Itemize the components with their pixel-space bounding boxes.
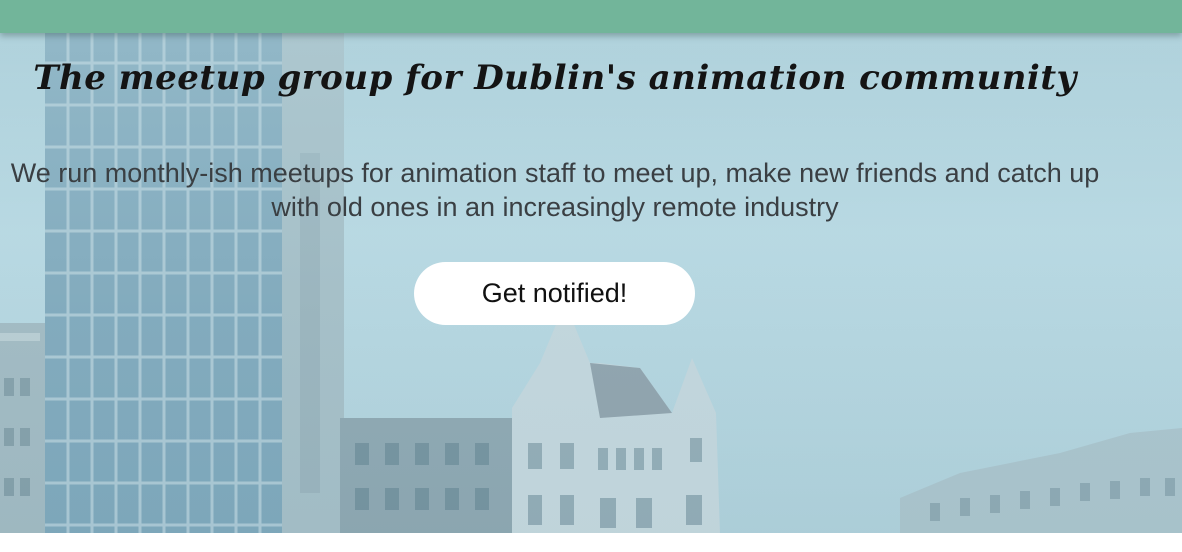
top-bar — [0, 0, 1182, 33]
get-notified-button[interactable]: Get notified! — [414, 262, 695, 325]
hero-title: The meetup group for Dublin's animation … — [33, 58, 1077, 98]
page-bottom — [0, 533, 1182, 552]
hero-description: We run monthly-ish meetups for animation… — [10, 158, 1100, 222]
